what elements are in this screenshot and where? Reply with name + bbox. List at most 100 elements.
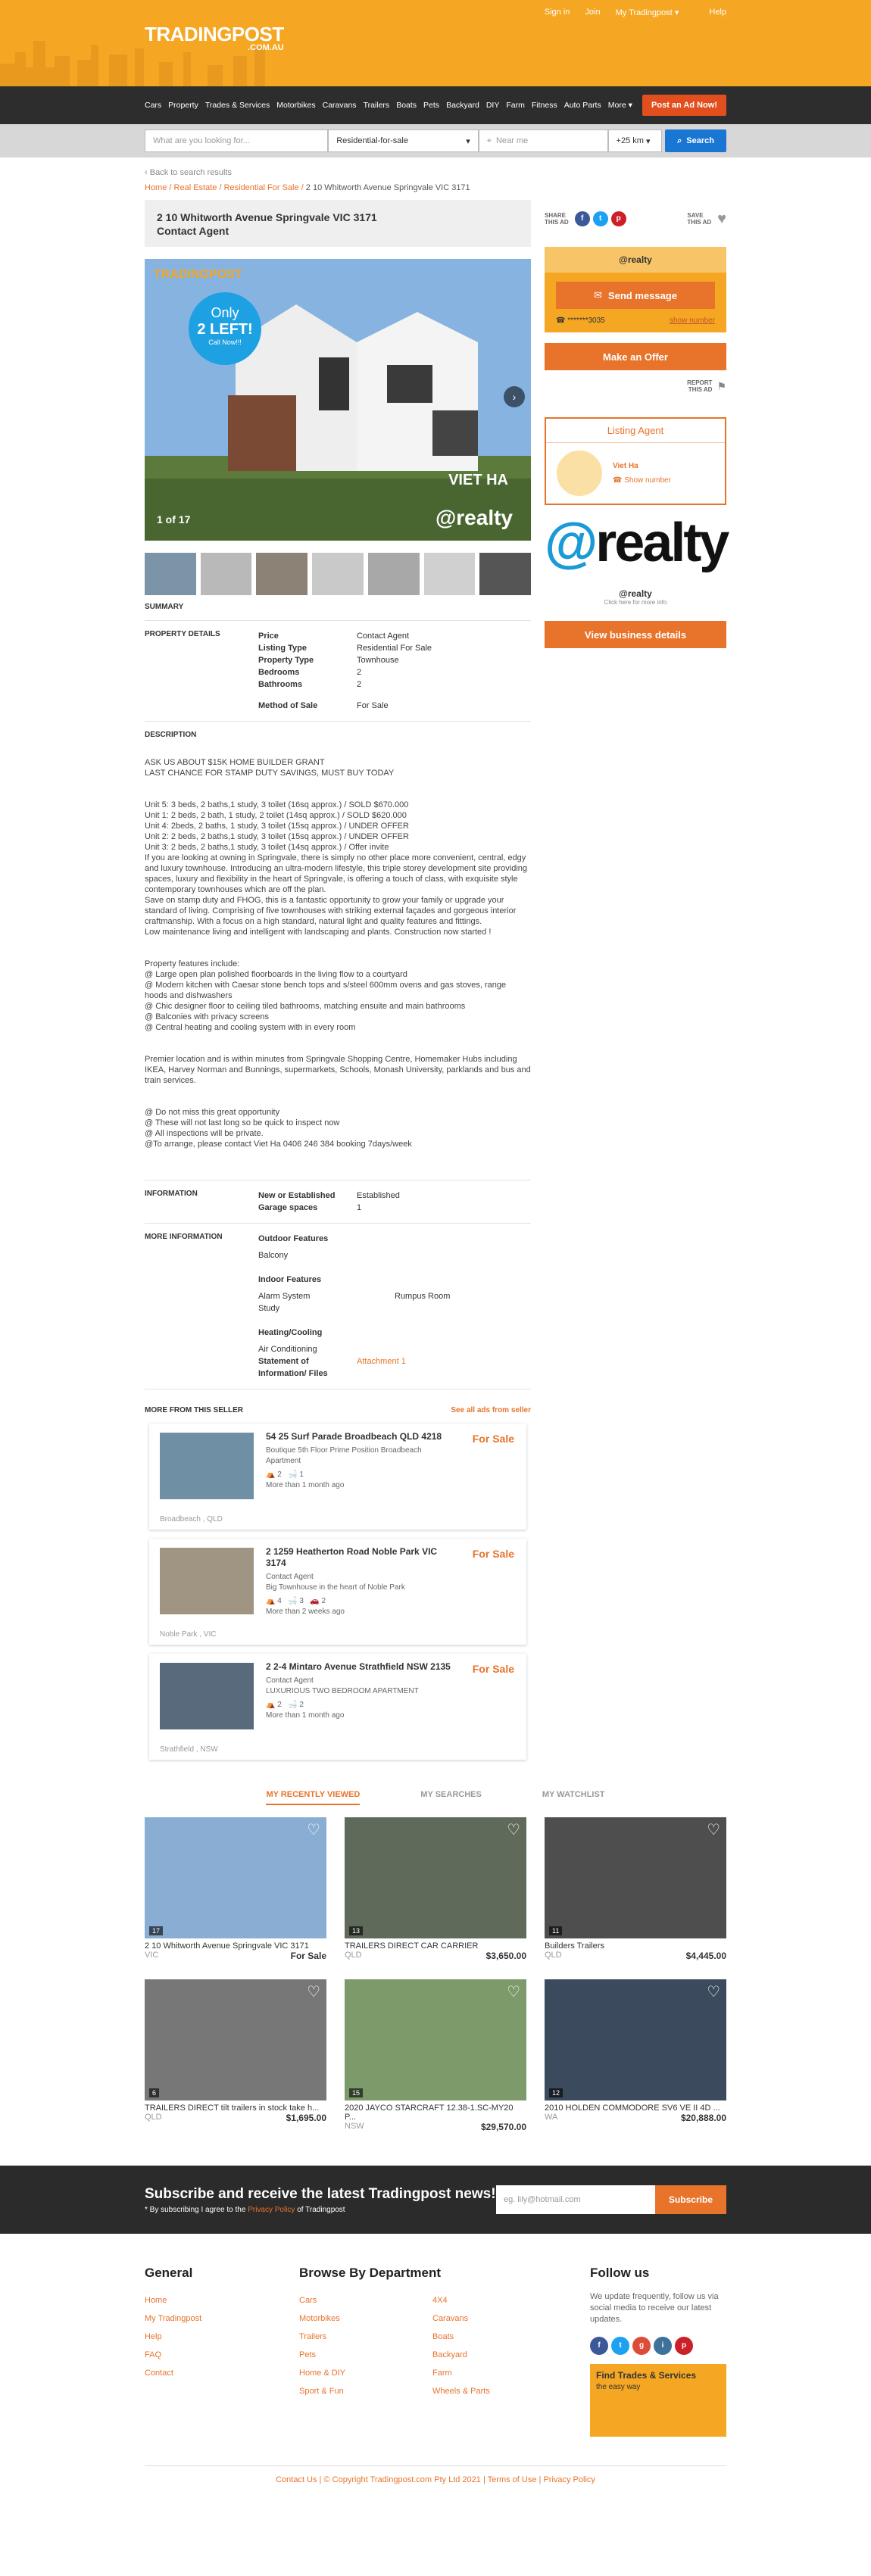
nav-trades-services[interactable]: Trades & Services — [205, 101, 270, 110]
my-tradingpost-menu[interactable]: My Tradingpost ▾ — [616, 8, 679, 17]
footer-link[interactable]: FAQ — [145, 2346, 299, 2364]
thumbnail[interactable] — [423, 553, 476, 595]
breadcrumb-residential[interactable]: Residential For Sale — [224, 183, 299, 192]
seller-ad-card[interactable]: 2 2-4 Mintaro Avenue Strathfield NSW 213… — [149, 1654, 526, 1760]
see-all-ads-link[interactable]: See all ads from seller — [451, 1406, 531, 1414]
tab-recently-viewed[interactable]: MY RECENTLY VIEWED — [266, 1790, 361, 1805]
privacy-policy-link[interactable]: Privacy Policy — [248, 2206, 295, 2214]
recent-card[interactable]: ♡ 15 2020 JAYCO STARCRAFT 12.38-1.SC-MY20 … — [345, 1979, 526, 2132]
recent-card[interactable]: ♡ 13 TRAILERS DIRECT CAR CARRIER QLD $3,650.… — [345, 1817, 526, 1961]
location-input[interactable]: ⌖ Near me — [478, 129, 608, 152]
nav-farm[interactable]: Farm — [506, 101, 525, 110]
nav-backyard[interactable]: Backyard — [446, 101, 479, 110]
heart-icon[interactable]: ♡ — [307, 1820, 320, 1839]
seller-ad-card[interactable]: 2 1259 Heatherton Road Noble Park VIC 31… — [149, 1539, 526, 1645]
instagram-icon[interactable]: i — [654, 2337, 672, 2355]
heart-icon[interactable]: ♡ — [707, 1820, 720, 1839]
report-ad[interactable]: REPORT THIS AD ⚑ — [545, 379, 726, 393]
recent-card[interactable]: ♡ 11 Builders Trailers QLD $4,445.00 — [545, 1817, 726, 1961]
make-offer-button[interactable]: Make an Offer — [545, 343, 726, 370]
facebook-icon[interactable]: f — [590, 2337, 608, 2355]
recent-card[interactable]: ♡ 12 2010 HOLDEN COMMODORE SV6 VE II 4D ..… — [545, 1979, 726, 2132]
post-ad-button[interactable]: Post an Ad Now! — [642, 95, 726, 116]
nav-pets[interactable]: Pets — [423, 101, 439, 110]
agent-person-name[interactable]: Viet Ha — [613, 462, 671, 470]
site-logo[interactable]: TRADINGPOST .COM.AU — [145, 24, 284, 52]
trades-services-promo[interactable]: Find Trades & Services the easy way — [590, 2364, 726, 2437]
footer-link[interactable]: Home & DIY — [299, 2364, 432, 2382]
sign-in-link[interactable]: Sign in — [545, 8, 570, 17]
nav-cars[interactable]: Cars — [145, 101, 161, 110]
thumbnail[interactable] — [256, 553, 308, 595]
recent-card[interactable]: ♡ 6 TRAILERS DIRECT tilt trailers in stock… — [145, 1979, 326, 2132]
twitter-icon[interactable]: t — [611, 2337, 629, 2355]
pinterest-icon[interactable]: p — [610, 211, 626, 226]
breadcrumb-home[interactable]: Home — [145, 183, 167, 192]
footer-link[interactable]: Pets — [299, 2346, 432, 2364]
contact-agent-box: @realty ✉ Send message ☎ *******3035 show… — [545, 247, 726, 332]
nav-boats[interactable]: Boats — [396, 101, 417, 110]
tab-my-watchlist[interactable]: MY WATCHLIST — [542, 1790, 605, 1805]
join-link[interactable]: Join — [585, 8, 600, 17]
footer-link[interactable]: My Tradingpost — [145, 2309, 299, 2328]
pinterest-icon[interactable]: p — [675, 2337, 693, 2355]
thumbnail[interactable] — [367, 553, 420, 595]
statement-label: Statement of Information/ Files — [258, 1357, 328, 1378]
subscribe-banner: Subscribe and receive the latest Trading… — [0, 2166, 871, 2234]
view-business-details-button[interactable]: View business details — [545, 621, 726, 648]
help-link[interactable]: Help — [709, 8, 726, 17]
radius-select[interactable]: +25 km ▾ — [607, 129, 663, 152]
category-select[interactable]: Residential-for-sale ▾ — [328, 129, 479, 152]
thumbnail[interactable] — [479, 553, 532, 595]
footer-link[interactable]: Help — [145, 2328, 299, 2346]
footer-link[interactable]: Sport & Fun — [299, 2382, 432, 2400]
seller-ad-card[interactable]: 54 25 Surf Parade Broadbeach QLD 4218 Bo… — [149, 1424, 526, 1530]
show-number-link[interactable]: show number — [670, 317, 715, 325]
google-plus-icon[interactable]: g — [632, 2337, 651, 2355]
footer-link[interactable]: Contact — [145, 2364, 299, 2382]
breadcrumb-real-estate[interactable]: Real Estate — [174, 183, 217, 192]
main-listing-image[interactable]: TRADINGPOST Only 2 LEFT! Call Now!!! VIE… — [145, 259, 531, 541]
thumbnail[interactable] — [312, 553, 364, 595]
heart-icon[interactable]: ♥ — [717, 211, 726, 228]
footer-link[interactable]: Farm — [432, 2364, 490, 2382]
footer-link[interactable]: Backyard — [432, 2346, 490, 2364]
heart-icon[interactable]: ♡ — [507, 1820, 520, 1839]
heart-icon[interactable]: ♡ — [707, 1982, 720, 2001]
thumbnail[interactable] — [145, 553, 196, 595]
heart-icon[interactable]: ♡ — [507, 1982, 520, 2001]
attachment-link[interactable]: Attachment 1 — [357, 1355, 406, 1380]
footer-link[interactable]: Motorbikes — [299, 2309, 432, 2328]
footer-link[interactable]: Boats — [432, 2328, 490, 2346]
nav-more[interactable]: More ▾ — [608, 101, 632, 110]
search-input[interactable]: What are you looking for... — [145, 129, 329, 152]
send-message-button[interactable]: ✉ Send message — [556, 282, 715, 309]
footer-link[interactable]: Wheels & Parts — [432, 2382, 490, 2400]
nav-trailers[interactable]: Trailers — [364, 101, 390, 110]
facebook-icon[interactable]: f — [574, 211, 590, 226]
footer-link[interactable]: Home — [145, 2291, 299, 2309]
search-button[interactable]: ⌕ Search — [665, 129, 726, 152]
footer-link[interactable]: Trailers — [299, 2328, 432, 2346]
next-image-arrow-icon[interactable]: › — [504, 386, 525, 407]
back-to-results-link[interactable]: ‹ Back to search results — [145, 168, 726, 177]
tab-my-searches[interactable]: MY SEARCHES — [420, 1790, 481, 1805]
nav-caravans[interactable]: Caravans — [323, 101, 357, 110]
realty-logo[interactable]: @realty — [545, 513, 729, 573]
nav-diy[interactable]: DIY — [486, 101, 500, 110]
nav-auto-parts[interactable]: Auto Parts — [564, 101, 601, 110]
nav-fitness[interactable]: Fitness — [532, 101, 557, 110]
subscribe-button[interactable]: Subscribe — [654, 2185, 726, 2214]
nav-motorbikes[interactable]: Motorbikes — [276, 101, 315, 110]
twitter-icon[interactable]: t — [592, 211, 608, 226]
nav-property[interactable]: Property — [168, 101, 198, 110]
show-number-link[interactable]: Show number — [624, 476, 671, 485]
heart-icon[interactable]: ♡ — [307, 1982, 320, 2001]
recent-card[interactable]: ♡ 17 2 10 Whitworth Avenue Springvale VIC … — [145, 1817, 326, 1961]
business-subtitle[interactable]: Click here for more info — [545, 599, 726, 606]
footer-link[interactable]: Caravans — [432, 2309, 490, 2328]
footer-link[interactable]: Cars — [299, 2291, 432, 2309]
email-field[interactable]: eg. lily@hotmail.com — [495, 2185, 655, 2214]
footer-link[interactable]: 4X4 — [432, 2291, 490, 2309]
thumbnail[interactable] — [200, 553, 252, 595]
